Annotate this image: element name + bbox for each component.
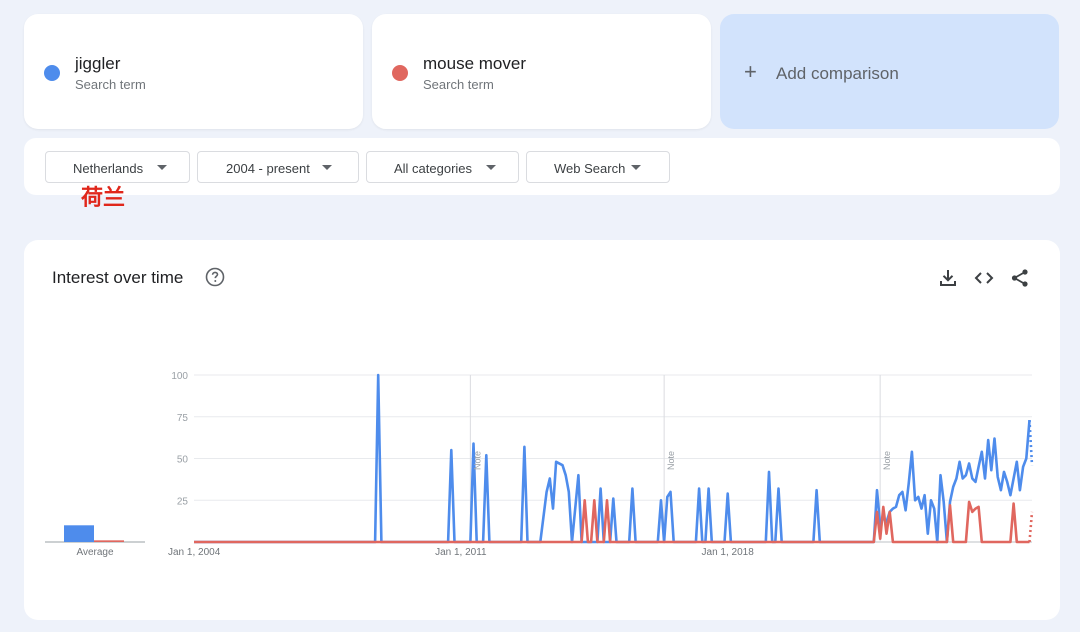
note-label: Note [666, 451, 676, 470]
time-range-filter-label: 2004 - present [226, 161, 310, 176]
note-label: Note [882, 451, 892, 470]
average-bar-mouse-mover [94, 540, 124, 542]
search-term-subtitle: Search term [423, 77, 494, 92]
chevron-down-icon [157, 165, 167, 170]
x-tick-label: Jan 1, 2004 [168, 547, 221, 558]
search-term-name: jiggler [75, 54, 121, 73]
y-tick-label: 50 [177, 455, 189, 466]
note-label: Note [472, 451, 482, 470]
y-tick-label: 25 [177, 496, 189, 507]
region-annotation: 荷兰 [81, 186, 126, 211]
search-type-filter-label: Web Search [554, 161, 626, 176]
time-range-filter-dropdown[interactable]: 2004 - present [197, 151, 359, 183]
category-filter-dropdown[interactable]: All categories [366, 151, 519, 183]
chevron-down-icon [631, 165, 641, 170]
plus-icon: + [744, 59, 757, 84]
y-tick-label: 100 [171, 371, 188, 382]
search-term-name: mouse mover [423, 54, 526, 73]
search-term-card-jiggler[interactable]: jiggler Search term [24, 14, 363, 129]
region-filter-label: Netherlands [73, 161, 144, 176]
average-bar-jiggler [64, 525, 94, 542]
chevron-down-icon [486, 165, 496, 170]
interest-over-time-chart: 100 75 50 25 Jan 1, 2004 Jan 1, 2011 Jan 1, 20… [45, 371, 1034, 558]
chevron-down-icon [322, 165, 332, 170]
partial-data-line-mouse-mover [1028, 511, 1034, 543]
region-filter-dropdown[interactable]: Netherlands [45, 151, 190, 183]
x-tick-label: Jan 1, 2018 [702, 547, 755, 558]
add-comparison-label: Add comparison [776, 64, 899, 83]
series-color-dot [44, 65, 60, 81]
x-tick-label: Jan 1, 2011 [435, 547, 487, 558]
search-type-filter-dropdown[interactable]: Web Search [526, 151, 670, 183]
series-color-dot [392, 65, 408, 81]
average-label: Average [76, 547, 114, 558]
add-comparison-button[interactable]: + Add comparison [720, 14, 1059, 129]
search-term-subtitle: Search term [75, 77, 146, 92]
filter-bar: Netherlands 2004 - present All categorie… [24, 138, 1060, 195]
y-tick-label: 75 [177, 413, 189, 424]
category-filter-label: All categories [394, 161, 473, 176]
search-term-card-mouse-mover[interactable]: mouse mover Search term [372, 14, 711, 129]
interest-over-time-card: Interest over time 100 75 50 25 Jan 1, 2004 J… [24, 240, 1060, 620]
